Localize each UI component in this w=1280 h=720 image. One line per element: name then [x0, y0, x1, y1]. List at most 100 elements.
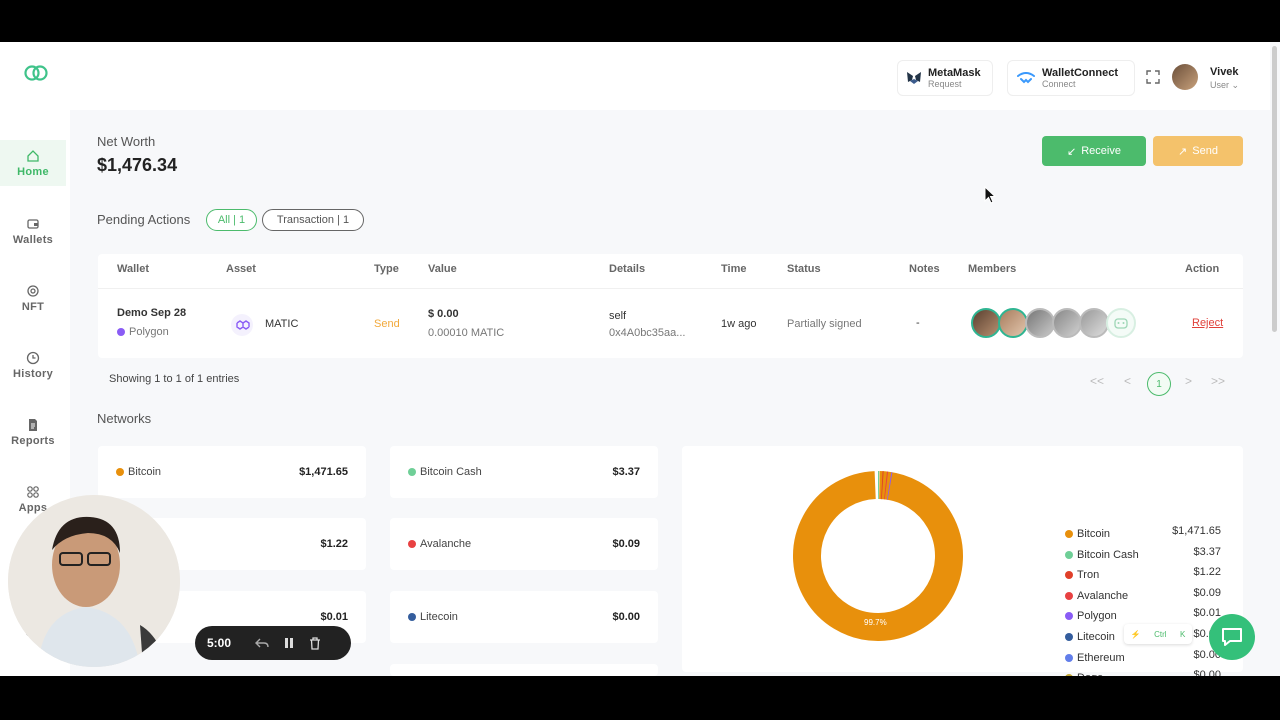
row-notes: - [916, 317, 920, 329]
member-avatar[interactable] [1079, 308, 1109, 338]
pager-last-button[interactable]: >> [1211, 374, 1225, 388]
member-avatar[interactable] [1025, 308, 1055, 338]
page-scrollbar[interactable] [1272, 46, 1277, 332]
recording-controls: 5:00 [195, 626, 351, 660]
metamask-button[interactable]: MetaMask Request [897, 60, 993, 96]
network-name: Avalanche [408, 538, 471, 550]
send-button[interactable]: ↗ Send [1153, 136, 1243, 166]
legend-item[interactable]: Avalanche [1065, 590, 1128, 602]
network-card-avalanche[interactable]: Avalanche $0.09 [390, 518, 658, 570]
sidebar-item-label: Home [17, 165, 49, 178]
letterbox-bottom [0, 676, 1280, 720]
walletconnect-sublabel: Connect [1042, 78, 1076, 89]
metamask-icon [907, 72, 921, 84]
undo-icon[interactable] [255, 637, 269, 649]
receive-button[interactable]: ↙ Receive [1042, 136, 1146, 166]
legend-item[interactable]: Polygon [1065, 610, 1117, 622]
row-value-token: 0.00010 MATIC [428, 327, 505, 339]
legend-value: $0.00 [1193, 669, 1221, 676]
sidebar-item-home[interactable]: Home [0, 140, 66, 186]
pager-next-button[interactable]: > [1185, 374, 1192, 388]
receive-label: Receive [1081, 145, 1121, 157]
webcam-overlay [8, 495, 180, 667]
mouse-cursor-icon [984, 186, 996, 204]
network-card-partial [390, 664, 658, 676]
entries-summary: Showing 1 to 1 of 1 entries [109, 373, 240, 385]
pause-icon[interactable] [283, 637, 295, 649]
sidebar-item-label: NFT [21, 300, 45, 313]
legend-item[interactable]: Ethereum [1065, 652, 1125, 664]
network-label: Litecoin [420, 611, 458, 623]
network-value: $0.01 [320, 611, 348, 623]
legend-label: Polygon [1077, 610, 1117, 623]
network-label: Avalanche [420, 538, 472, 550]
sidebar-item-wallets[interactable]: Wallets [0, 208, 66, 254]
pager-first-button[interactable]: << [1090, 374, 1104, 388]
chat-support-button[interactable] [1209, 614, 1255, 660]
network-name: Litecoin [408, 611, 458, 623]
row-wallet-name: Demo Sep 28 [117, 307, 187, 319]
network-value: $3.37 [612, 466, 640, 478]
legend-item[interactable]: Tron [1065, 569, 1099, 581]
network-value: $0.09 [612, 538, 640, 550]
legend-label: Tron [1077, 569, 1100, 582]
network-color-dot [408, 468, 416, 476]
fullscreen-icon[interactable] [1146, 70, 1160, 84]
reject-link[interactable]: Reject [1192, 317, 1223, 329]
user-role[interactable]: User ⌄ [1210, 80, 1239, 91]
app-logo-icon[interactable] [24, 64, 48, 82]
user-name[interactable]: Vivek [1210, 66, 1239, 78]
pager-prev-button[interactable]: < [1124, 374, 1131, 388]
pager-current-page[interactable]: 1 [1147, 372, 1171, 396]
metamask-label: MetaMask [928, 66, 981, 79]
network-label: Bitcoin [128, 466, 162, 478]
walletconnect-button[interactable]: WalletConnect Connect [1007, 60, 1135, 96]
shortcut-key: K [1179, 629, 1186, 639]
sidebar-item-nft[interactable]: NFT [0, 275, 66, 321]
network-card-litecoin[interactable]: Litecoin $0.00 [390, 591, 658, 643]
member-avatar[interactable] [1052, 308, 1082, 338]
network-color-dot [116, 468, 124, 476]
member-avatar-bot[interactable] [1106, 308, 1136, 338]
legend-item[interactable]: Bitcoin [1065, 528, 1110, 540]
member-avatar[interactable] [971, 308, 1001, 338]
walletconnect-icon [1017, 72, 1035, 84]
letterbox-top [0, 0, 1280, 42]
member-avatar[interactable] [998, 308, 1028, 338]
legend-label: Bitcoin Cash [1077, 548, 1139, 561]
network-card-bitcoin-cash[interactable]: Bitcoin Cash $3.37 [390, 446, 658, 498]
legend-value: $1,471.65 [1172, 525, 1221, 537]
pending-actions-table: Wallet Asset Type Value Details Time Sta… [98, 254, 1243, 358]
document-icon [29, 418, 37, 431]
network-color-dot [408, 540, 416, 548]
sidebar-item-history[interactable]: History [0, 342, 66, 388]
row-details-address[interactable]: 0x4A0bc35aa... [609, 327, 685, 339]
trash-icon[interactable] [309, 636, 321, 650]
network-name: Bitcoin Cash [408, 466, 482, 478]
legend-item[interactable]: Bitcoin Cash [1065, 549, 1139, 561]
network-value: $0.00 [612, 611, 640, 623]
legend-label: Bitcoin [1077, 528, 1111, 540]
row-status: Partially signed [787, 318, 862, 330]
polygon-dot-icon [117, 328, 125, 336]
shortcut-hint: ⚡ Ctrl K [1124, 624, 1192, 644]
legend-value: $1.22 [1193, 566, 1221, 579]
sidebar-item-reports[interactable]: Reports [0, 409, 66, 455]
column-header: Status [787, 263, 821, 275]
network-card-bitcoin[interactable]: Bitcoin $1,471.65 [98, 446, 366, 498]
legend-color-dot [1065, 571, 1073, 580]
clock-icon [26, 351, 40, 364]
network-value: $1.22 [320, 538, 348, 550]
legend-color-dot [1065, 530, 1073, 538]
home-icon [27, 149, 39, 162]
user-avatar[interactable] [1172, 64, 1198, 90]
filter-chip-all[interactable]: All | 1 [206, 209, 257, 231]
donut-slice-bitcoin[interactable] [793, 471, 963, 641]
filter-chip-transaction[interactable]: Transaction | 1 [262, 209, 364, 231]
legend-item[interactable]: Litecoin [1065, 631, 1115, 643]
legend-label: Ethereum [1077, 651, 1125, 664]
column-header: Type [374, 263, 399, 275]
walletconnect-label: WalletConnect [1042, 66, 1118, 79]
chevron-down-icon: ⌄ [1231, 80, 1240, 90]
network-value: $1,471.65 [299, 466, 348, 478]
